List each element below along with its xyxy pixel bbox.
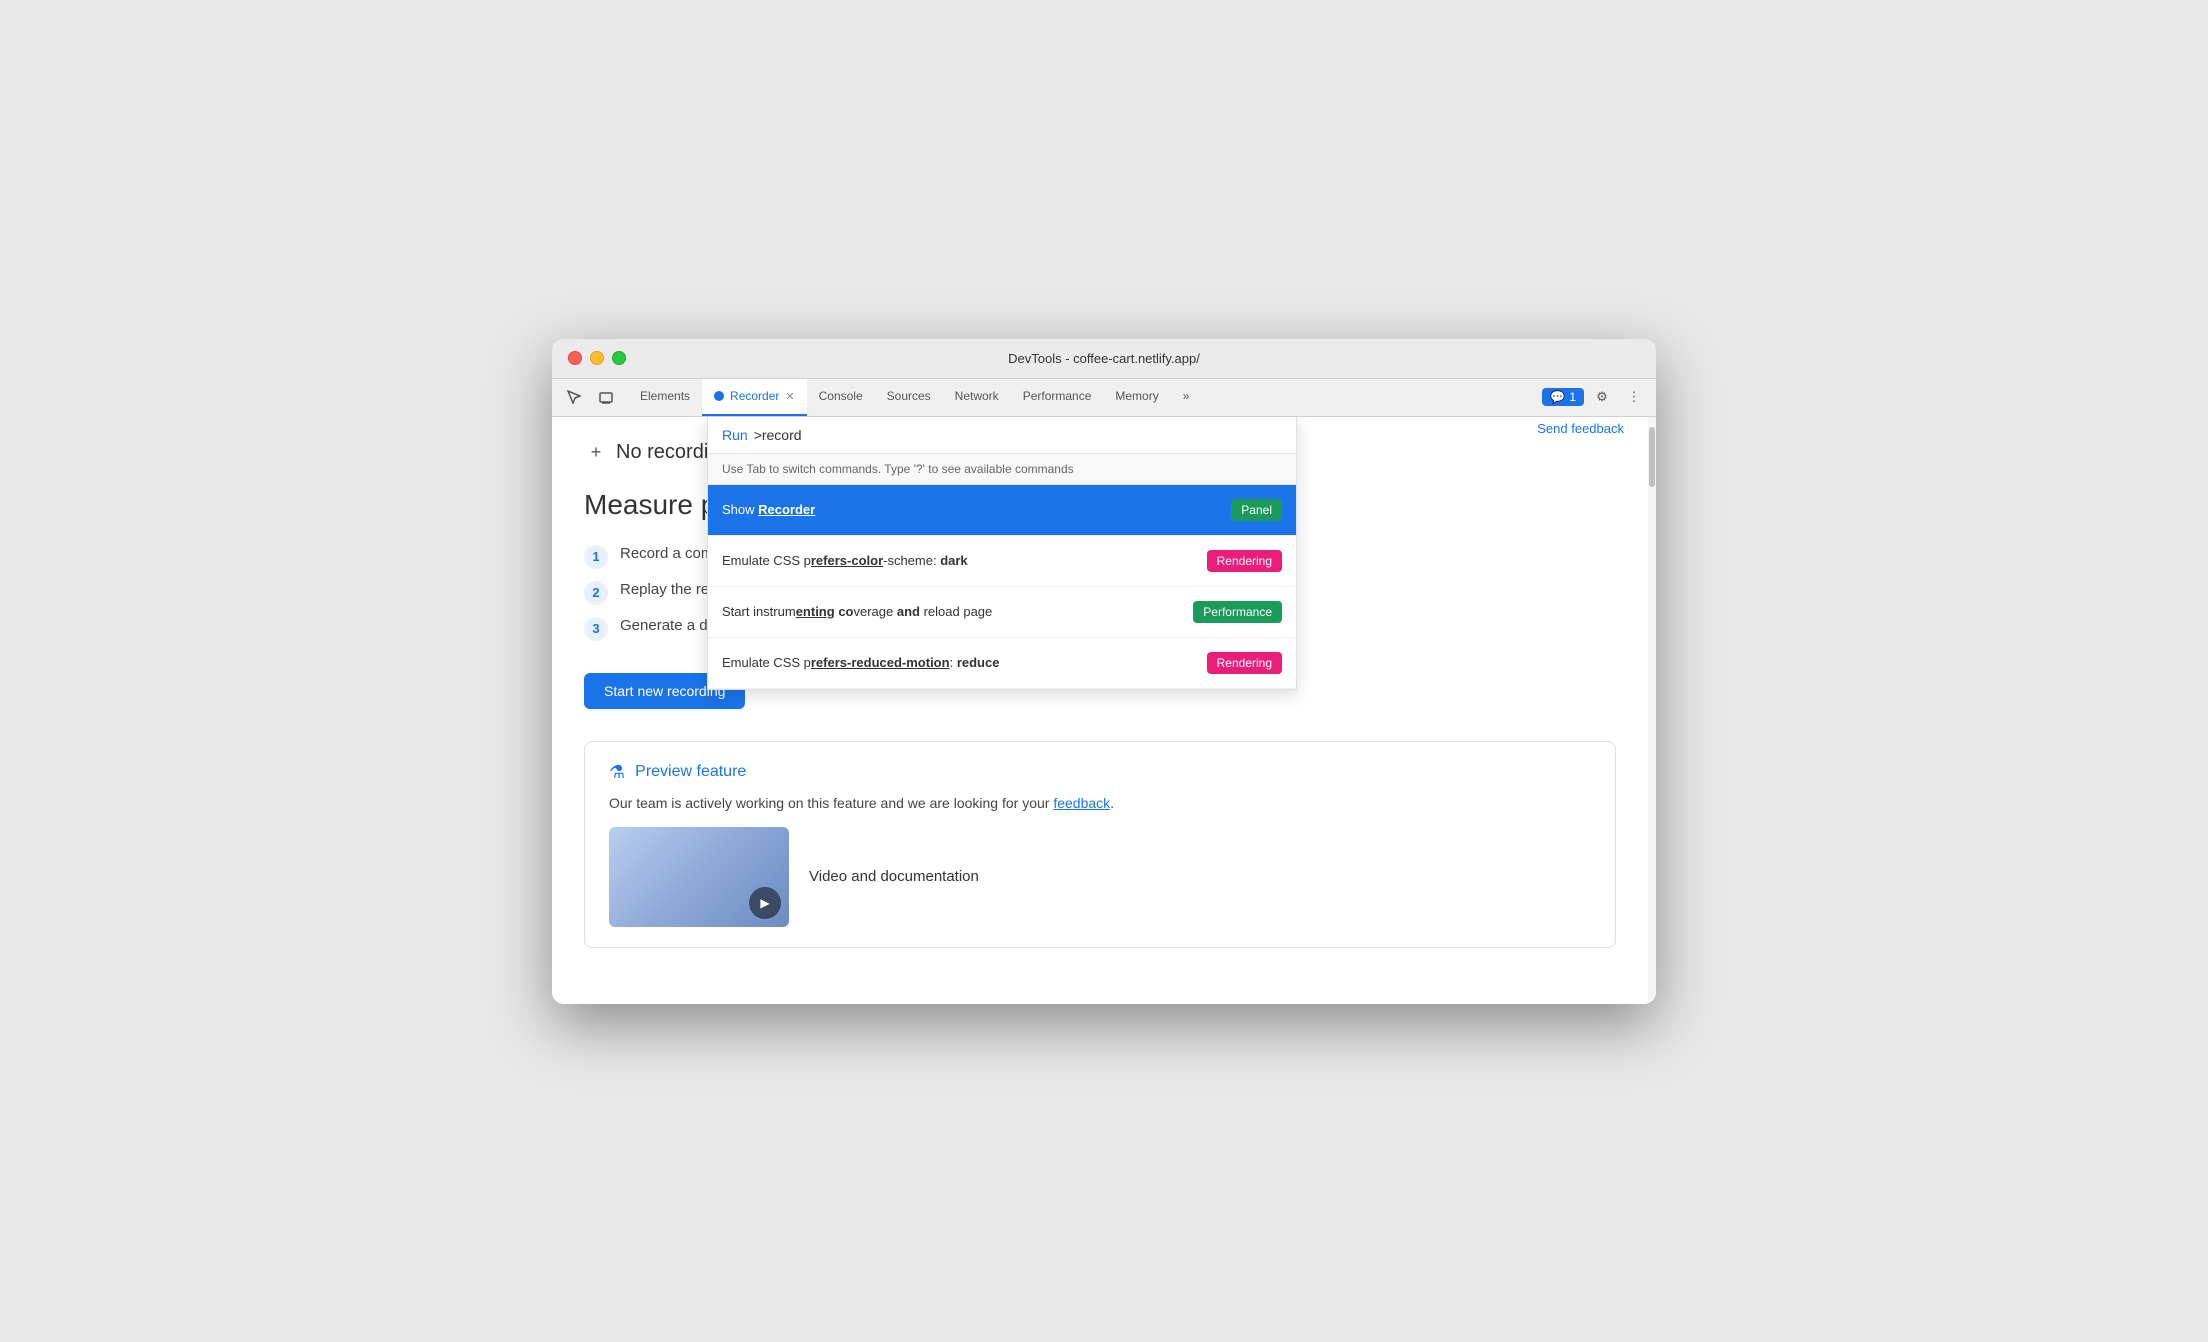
cmd-badge-performance: Performance <box>1193 601 1282 623</box>
devtools-body: + No recordings Send feedback Measure pe… <box>552 417 1656 1004</box>
recorder-icon <box>714 391 724 401</box>
cmd-match-motion: refers-reduced-motion <box>811 655 950 670</box>
traffic-lights <box>568 351 626 365</box>
tabs-list: Elements Recorder ✕ Console Sources Netw… <box>628 378 1542 416</box>
tab-console[interactable]: Console <box>807 378 875 416</box>
preview-video-section: ▶ Video and documentation <box>609 827 1591 927</box>
plus-icon: + <box>591 442 602 463</box>
scrollbar-thumb[interactable] <box>1649 427 1655 487</box>
tab-recorder-close[interactable]: ✕ <box>785 390 794 403</box>
feedback-count: 1 <box>1569 390 1576 404</box>
tab-more[interactable]: » <box>1171 378 1202 416</box>
flask-icon: ⚗ <box>609 762 625 783</box>
tab-elements-label: Elements <box>640 389 690 403</box>
minimize-button[interactable] <box>590 351 604 365</box>
cmd-item-emulate-dark[interactable]: Emulate CSS prefers-color-scheme: dark R… <box>708 536 1296 587</box>
tab-performance-label: Performance <box>1023 389 1092 403</box>
tab-recorder-label: Recorder <box>730 389 779 403</box>
tab-performance[interactable]: Performance <box>1011 378 1104 416</box>
step-3-number: 3 <box>584 617 608 641</box>
tab-network-label: Network <box>955 389 999 403</box>
tab-console-label: Console <box>819 389 863 403</box>
tab-network[interactable]: Network <box>943 378 1011 416</box>
tab-memory[interactable]: Memory <box>1103 378 1170 416</box>
cmd-input-row: Run >record <box>708 417 1296 454</box>
preview-title: Preview feature <box>635 763 746 781</box>
feedback-link[interactable]: feedback <box>1053 795 1110 811</box>
cmd-match-recorder: Recorder <box>758 502 815 517</box>
title-bar: DevTools - coffee-cart.netlify.app/ <box>552 339 1656 379</box>
tab-icons <box>560 383 620 411</box>
tab-elements[interactable]: Elements <box>628 378 702 416</box>
cmd-item-coverage[interactable]: Start instrumenting coverage and reload … <box>708 587 1296 638</box>
step-1-number: 1 <box>584 545 608 569</box>
close-button[interactable] <box>568 351 582 365</box>
feedback-button[interactable]: 💬 1 <box>1542 388 1584 406</box>
devtools-window: DevTools - coffee-cart.netlify.app/ Elem… <box>552 339 1656 1004</box>
cmd-item-emulate-dark-text: Emulate CSS prefers-color-scheme: dark <box>722 553 1199 568</box>
tab-sources-label: Sources <box>887 389 931 403</box>
maximize-button[interactable] <box>612 351 626 365</box>
tab-more-label: » <box>1183 389 1190 403</box>
settings-icon[interactable]: ⚙ <box>1588 383 1616 411</box>
cmd-hint: Use Tab to switch commands. Type '?' to … <box>708 454 1296 485</box>
cmd-items-list: Show Recorder Panel Emulate CSS prefers-… <box>708 485 1296 689</box>
window-title: DevTools - coffee-cart.netlify.app/ <box>1008 351 1200 366</box>
cmd-badge-rendering-2: Rendering <box>1207 652 1282 674</box>
preview-section: ⚗ Preview feature Our team is actively w… <box>584 741 1616 948</box>
tabs-right: 💬 1 ⚙ ⋮ <box>1542 383 1648 411</box>
cmd-item-emulate-motion[interactable]: Emulate CSS prefers-reduced-motion: redu… <box>708 638 1296 689</box>
preview-header: ⚗ Preview feature <box>609 762 1591 783</box>
video-doc-label: Video and documentation <box>809 868 979 885</box>
add-recording-button[interactable]: + <box>584 441 608 465</box>
more-options-icon[interactable]: ⋮ <box>1620 383 1648 411</box>
cmd-item-show-recorder[interactable]: Show Recorder Panel <box>708 485 1296 536</box>
step-2-number: 2 <box>584 581 608 605</box>
cmd-item-show-recorder-text: Show Recorder <box>722 502 1223 517</box>
cmd-match-color: refers-color <box>811 553 883 568</box>
devtools-tab-bar: Elements Recorder ✕ Console Sources Netw… <box>552 379 1656 417</box>
cmd-item-coverage-text: Start instrumenting coverage and reload … <box>722 604 1185 619</box>
tab-memory-label: Memory <box>1115 389 1158 403</box>
cmd-run-label: Run <box>722 427 748 443</box>
preview-body: Our team is actively working on this fea… <box>609 795 1591 811</box>
play-icon: ▶ <box>749 887 781 919</box>
device-toolbar-icon[interactable] <box>592 383 620 411</box>
scrollbar[interactable] <box>1648 417 1656 1004</box>
inspect-element-icon[interactable] <box>560 383 588 411</box>
feedback-icon: 💬 <box>1550 390 1565 404</box>
tab-recorder[interactable]: Recorder ✕ <box>702 378 807 416</box>
cmd-item-emulate-motion-text: Emulate CSS prefers-reduced-motion: redu… <box>722 655 1199 670</box>
video-thumbnail[interactable]: ▶ <box>609 827 789 927</box>
cmd-badge-panel: Panel <box>1231 499 1282 521</box>
send-feedback-link[interactable]: Send feedback <box>1537 417 1624 440</box>
tab-sources[interactable]: Sources <box>875 378 943 416</box>
cmd-match-coverage: enting <box>796 604 835 619</box>
command-palette: Run >record Use Tab to switch commands. … <box>707 417 1297 690</box>
cmd-input-value[interactable]: >record <box>754 427 1282 443</box>
recorder-panel: + No recordings Send feedback Measure pe… <box>552 417 1648 1004</box>
cmd-badge-rendering-1: Rendering <box>1207 550 1282 572</box>
